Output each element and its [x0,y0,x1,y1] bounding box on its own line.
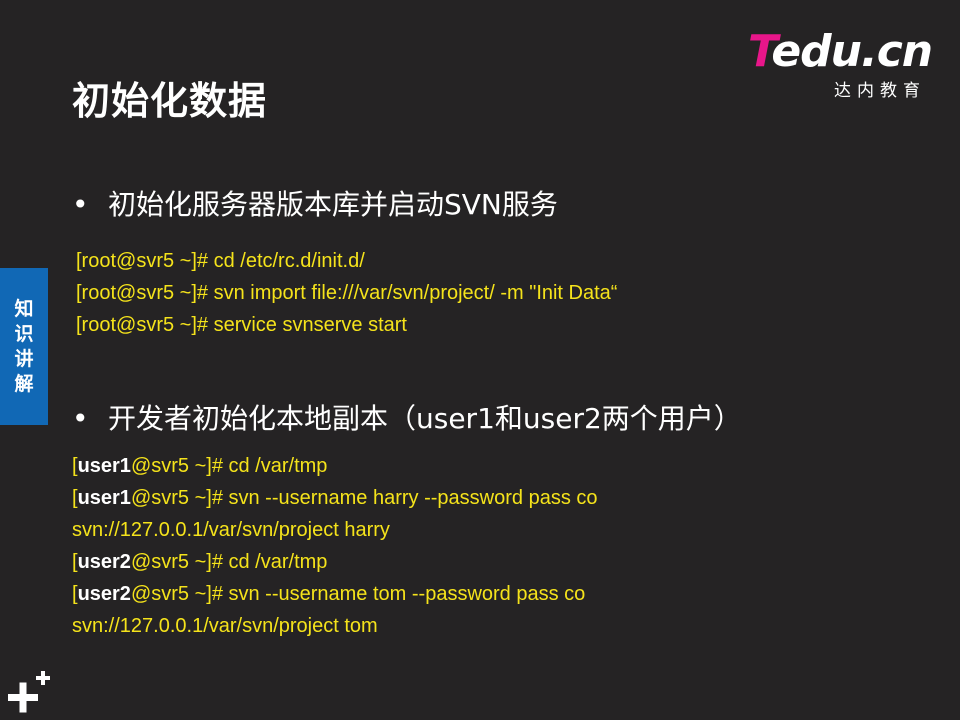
plus-icon [8,671,50,713]
code-line: svn://127.0.0.1/var/svn/project tom [72,610,598,642]
code-rest: @svr5 ~]# cd /var/tmp [130,551,328,573]
logo-subtitle: 达内教育 [834,81,926,101]
tedu-logo: Tedu.cn 达内教育 [748,28,938,102]
bullet-text: 初始化服务器版本库并启动SVN服务 [108,188,558,221]
logo-domain: edu.cn [771,26,933,77]
code-line: [root@svr5 ~]# cd /etc/rc.d/init.d/ [76,250,365,272]
section-tab: 知 识 讲 解 [0,268,48,425]
code-rest: @svr5 ~]# svn --username tom --password … [130,583,586,605]
code-line: [user2@svr5 ~]# svn --username tom --pas… [72,578,598,610]
bullet-item: • 初始化服务器版本库并启动SVN服务 [72,183,558,223]
bullet-item: • 开发者初始化本地副本（user1和user2两个用户） [72,397,742,437]
code-rest: svn://127.0.0.1/var/svn/project tom [72,615,378,637]
logo-letter-t: T [748,26,772,77]
logo-wordmark: Tedu.cn [748,28,938,76]
bullet-text: 开发者初始化本地副本（user1和user2两个用户） [108,402,742,435]
code-block: [root@svr5 ~]# cd /etc/rc.d/init.d/ [roo… [76,245,617,341]
code-rest: @svr5 ~]# svn --username harry --passwor… [130,487,598,509]
section-tab-char: 解 [14,372,34,395]
code-line: [user1@svr5 ~]# cd /var/tmp [72,450,598,482]
code-line: [root@svr5 ~]# service svnserve start [76,314,407,336]
code-rest: @svr5 ~]# cd /var/tmp [130,455,328,477]
page-title: 初始化数据 [72,79,268,123]
bullet-dot: • [72,402,89,435]
code-line: [user2@svr5 ~]# cd /var/tmp [72,546,598,578]
section-tab-char: 识 [14,322,34,345]
code-line: [user1@svr5 ~]# svn --username harry --p… [72,482,598,514]
section-tab-char: 知 [14,297,34,320]
code-user: user1 [77,455,131,477]
slide: 初始化数据 Tedu.cn 达内教育 知 识 讲 解 • 初始化服务器版本库并启动… [0,0,960,720]
code-line: svn://127.0.0.1/var/svn/project harry [72,514,598,546]
code-user: user2 [77,551,131,573]
code-block: [user1@svr5 ~]# cd /var/tmp [user1@svr5 … [72,450,598,642]
code-user: user2 [77,583,131,605]
code-line: [root@svr5 ~]# svn import file:///var/sv… [76,282,618,304]
code-rest: svn://127.0.0.1/var/svn/project harry [72,519,390,541]
bullet-dot: • [72,188,89,221]
code-user: user1 [77,487,131,509]
section-tab-char: 讲 [14,347,34,370]
